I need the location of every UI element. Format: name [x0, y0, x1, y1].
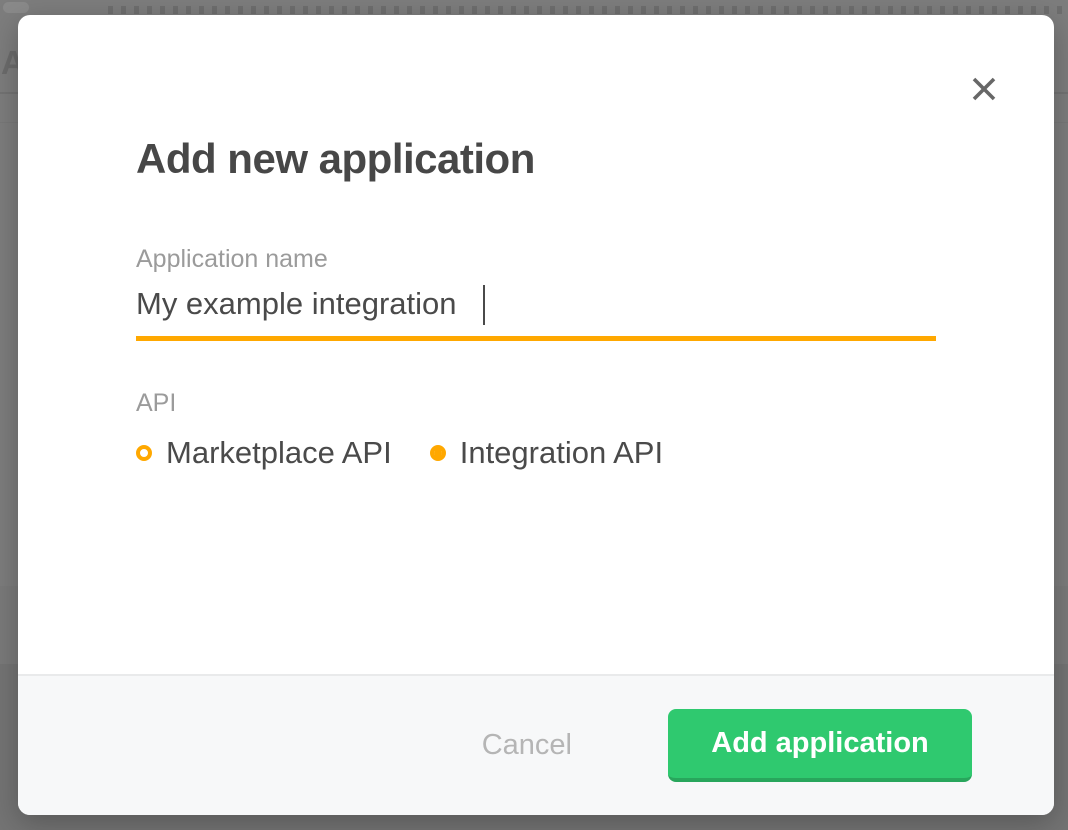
radio-unselected-icon	[136, 445, 152, 461]
application-name-input[interactable]	[136, 277, 936, 341]
radio-selected-icon	[430, 445, 446, 461]
close-icon	[969, 74, 999, 107]
radio-marketplace-api[interactable]: Marketplace API	[136, 435, 392, 471]
text-cursor	[483, 285, 485, 325]
api-label: API	[136, 389, 176, 418]
dialog-title: Add new application	[136, 135, 535, 183]
dialog-footer: Cancel Add application	[18, 674, 1054, 815]
background-dashed-pattern	[108, 6, 1066, 14]
api-radio-group: Marketplace API Integration API	[136, 435, 663, 471]
radio-label: Integration API	[460, 435, 663, 471]
application-name-label: Application name	[136, 245, 328, 274]
close-button[interactable]	[966, 72, 1002, 108]
cancel-button[interactable]: Cancel	[482, 729, 572, 762]
background-page-remnant	[3, 2, 29, 13]
radio-integration-api[interactable]: Integration API	[430, 435, 663, 471]
add-application-dialog: Add new application Application name API…	[18, 15, 1054, 815]
add-application-button[interactable]: Add application	[668, 709, 972, 782]
radio-label: Marketplace API	[166, 435, 392, 471]
